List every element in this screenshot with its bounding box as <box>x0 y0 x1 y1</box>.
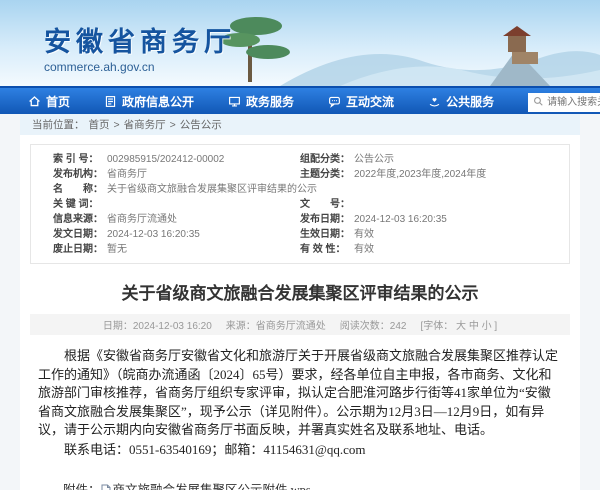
font-size-small[interactable]: 小 <box>482 321 492 332</box>
meta-value: 2024-12-03 16:20:35 <box>107 227 200 242</box>
contact-line: 联系电话：0551-63540169；邮箱：41154631@qq.com <box>38 441 562 460</box>
monitor-icon <box>228 95 241 108</box>
nav-item-label: 政务服务 <box>246 93 294 110</box>
breadcrumb-separator: > <box>114 119 120 131</box>
main-nav: 首页 政府信息公开 政务服务 互动交流 公共服务 搜索 <box>0 86 600 114</box>
font-size-label: [字体： <box>420 321 453 332</box>
nav-item-label: 公共服务 <box>446 93 494 110</box>
article-view-count: 阅读次数：242 <box>340 317 407 332</box>
breadcrumb-current: 公告公示 <box>180 117 222 132</box>
font-size-label-close: ] <box>494 321 497 332</box>
meta-label: 关 键 词： <box>53 197 107 212</box>
breadcrumb-separator: > <box>170 119 176 131</box>
meta-label: 发布日期： <box>300 212 354 227</box>
chat-icon <box>328 95 341 108</box>
heart-hand-icon <box>428 95 441 108</box>
nav-item-label: 互动交流 <box>346 93 394 110</box>
nav-item-public-service[interactable]: 公共服务 <box>428 93 494 110</box>
header-scenery-image <box>220 0 600 86</box>
breadcrumb-prefix: 当前位置： <box>32 117 85 132</box>
nav-item-interaction[interactable]: 互动交流 <box>328 93 394 110</box>
meta-value: 有效 <box>354 227 374 242</box>
breadcrumb: 当前位置： 首页 > 省商务厅 > 公告公示 <box>20 114 580 135</box>
site-name: 安徽省商务厅 <box>44 20 236 59</box>
nav-search: 搜索 <box>528 92 600 111</box>
gov-info-icon <box>104 95 117 108</box>
meta-row: 名 称：关于省级商文旅融合发展集聚区评审结果的公示 <box>53 182 547 197</box>
nav-item-gov-info[interactable]: 政府信息公开 <box>104 93 194 110</box>
meta-label: 信息来源： <box>53 212 107 227</box>
meta-value: 002985915/202412-00002 <box>107 152 224 167</box>
font-size-large[interactable]: 大 <box>456 321 466 332</box>
meta-label: 名 称： <box>53 182 107 197</box>
meta-label: 组配分类： <box>300 152 354 167</box>
meta-value: 省商务厅 <box>107 167 147 182</box>
meta-row: 关 键 词： 文 号： <box>53 197 547 212</box>
site-logo: 安徽省商务厅 commerce.ah.gov.cn <box>44 20 236 74</box>
attachment-file-name: 商文旅融合发展集聚区公示附件.wps <box>113 483 311 490</box>
home-icon <box>28 95 41 108</box>
attachment-label: 附件： <box>63 483 101 490</box>
meta-value: 有效 <box>354 242 374 257</box>
meta-value: 2022年度,2023年度,2024年度 <box>354 167 486 182</box>
article-body: 根据《安徽省商务厅安徽省文化和旅游厅关于开展省级商文旅融合发展集聚区推荐认定工作… <box>38 347 562 459</box>
font-size-medium[interactable]: 中 <box>469 321 479 332</box>
meta-label: 生效日期： <box>300 227 354 242</box>
document-meta-table: 索 引 号：002985915/202412-00002 组配分类：公告公示 发… <box>30 144 570 264</box>
meta-label: 发布机构： <box>53 167 107 182</box>
nav-item-services[interactable]: 政务服务 <box>228 93 294 110</box>
meta-value: 公告公示 <box>354 152 394 167</box>
site-url: commerce.ah.gov.cn <box>44 60 236 74</box>
meta-label: 主题分类： <box>300 167 354 182</box>
article-source: 来源：省商务厅流通处 <box>226 317 326 332</box>
meta-label: 废止日期： <box>53 242 107 257</box>
article-info-bar: 日期：2024-12-03 16:20 来源：省商务厅流通处 阅读次数：242 … <box>30 314 570 335</box>
meta-value: 暂无 <box>107 242 127 257</box>
meta-row: 信息来源：省商务厅流通处 发布日期：2024-12-03 16:20:35 <box>53 212 547 227</box>
nav-item-home[interactable]: 首页 <box>28 93 70 110</box>
attachment-link[interactable]: 商文旅融合发展集聚区公示附件.wps <box>101 483 311 490</box>
nav-item-label: 首页 <box>46 93 70 110</box>
breadcrumb-link-home[interactable]: 首页 <box>89 117 110 132</box>
article-date: 日期：2024-12-03 16:20 <box>103 317 212 332</box>
meta-value: 2024-12-03 16:20:35 <box>354 212 447 227</box>
breadcrumb-link-dept[interactable]: 省商务厅 <box>124 117 166 132</box>
meta-row: 发布机构：省商务厅 主题分类：2022年度,2023年度,2024年度 <box>53 167 547 182</box>
article-title: 关于省级商文旅融合发展集聚区评审结果的公示 <box>30 279 570 304</box>
nav-item-label: 政府信息公开 <box>122 93 194 110</box>
meta-value: 关于省级商文旅融合发展集聚区评审结果的公示 <box>107 182 317 197</box>
meta-label: 有 效 性： <box>300 242 354 257</box>
site-header: 安徽省商务厅 commerce.ah.gov.cn <box>0 0 600 86</box>
font-size-control: [字体： 大 中 小 ] <box>420 317 497 332</box>
meta-label: 索 引 号： <box>53 152 107 167</box>
file-icon <box>101 484 111 490</box>
article-paragraph: 根据《安徽省商务厅安徽省文化和旅游厅关于开展省级商文旅融合发展集聚区推荐认定工作… <box>38 347 562 440</box>
meta-label: 文 号： <box>300 197 354 212</box>
meta-row: 发文日期：2024-12-03 16:20:35 生效日期：有效 <box>53 227 547 242</box>
content-sheet: 索 引 号：002985915/202412-00002 组配分类：公告公示 发… <box>20 135 580 490</box>
meta-value: 省商务厅流通处 <box>107 212 177 227</box>
meta-row: 废止日期：暂无 有 效 性：有效 <box>53 242 547 257</box>
attachment-row: 附件： 商文旅融合发展集聚区公示附件.wps <box>38 479 562 490</box>
meta-row: 索 引 号：002985915/202412-00002 组配分类：公告公示 <box>53 152 547 167</box>
meta-label: 发文日期： <box>53 227 107 242</box>
search-icon <box>533 96 544 107</box>
